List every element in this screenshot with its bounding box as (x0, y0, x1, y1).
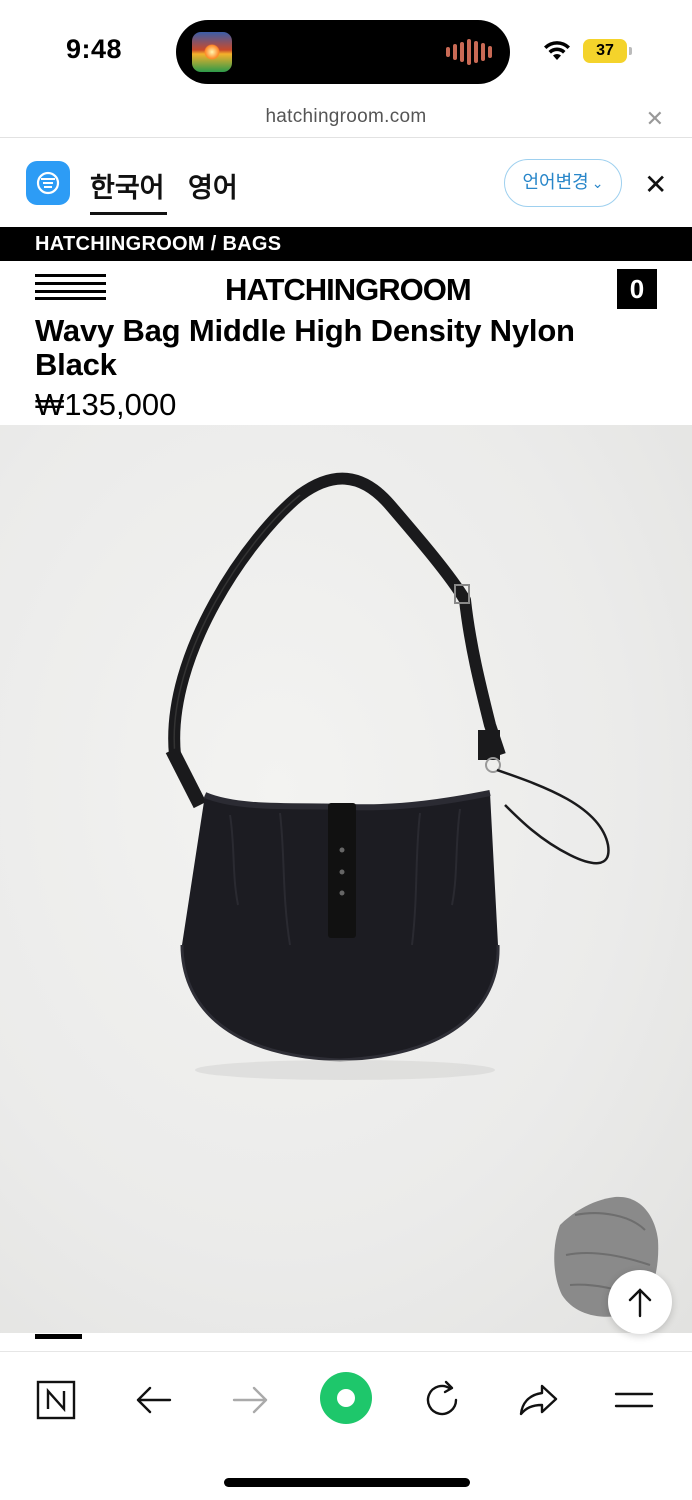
change-language-button[interactable]: 언어변경 ⌄ (504, 159, 622, 207)
product-price: ₩135,000 (35, 387, 177, 422)
translate-bar: 한국어 영어 언어변경 ⌄ ✕ (0, 138, 692, 227)
browser-toolbar (0, 1351, 692, 1500)
url-text[interactable]: hatchingroom.com (0, 106, 692, 128)
refresh-icon[interactable] (416, 1374, 468, 1426)
change-language-label: 언어변경 (522, 172, 589, 192)
tab-english[interactable]: 영어 (188, 166, 238, 205)
bag-illustration (165, 472, 659, 1317)
battery-icon: 37 (583, 39, 632, 63)
close-translate-icon[interactable]: ✕ (644, 168, 667, 201)
music-app-icon[interactable] (192, 32, 232, 72)
green-home-icon[interactable] (318, 1370, 374, 1426)
site-header: HATCHINGROOM 0 (0, 261, 692, 316)
dynamic-island[interactable] (176, 20, 510, 84)
chevron-down-icon: ⌄ (591, 175, 604, 191)
back-arrow-icon[interactable] (128, 1374, 180, 1426)
cart-button[interactable]: 0 (617, 269, 657, 309)
product-title: Wavy Bag Middle High Density Nylon Black (35, 313, 575, 382)
slide-indicator (35, 1334, 82, 1339)
site-logo[interactable]: HATCHINGROOM (225, 272, 472, 308)
forward-arrow-icon[interactable] (224, 1374, 276, 1426)
arrow-up-icon (628, 1288, 652, 1318)
audio-waveform-icon (446, 38, 492, 66)
tab-korean[interactable]: 한국어 (90, 166, 167, 215)
url-bar[interactable]: hatchingroom.com ✕ (0, 100, 692, 138)
breadcrumb[interactable]: HATCHINGROOM / BAGS (35, 233, 281, 256)
share-icon[interactable] (512, 1374, 564, 1426)
scroll-to-top-button[interactable] (608, 1270, 672, 1334)
status-bar: 9:48 37 (0, 0, 692, 100)
close-icon[interactable]: ✕ (646, 106, 664, 132)
breadcrumb-bar: HATCHINGROOM / BAGS (0, 227, 692, 261)
papago-translate-icon[interactable] (26, 161, 70, 205)
menu-icon[interactable] (608, 1374, 660, 1426)
naver-n-icon[interactable] (30, 1374, 82, 1426)
status-time: 9:48 (66, 34, 123, 64)
wifi-icon (544, 41, 570, 60)
product-image[interactable] (0, 425, 692, 1333)
menu-icon[interactable] (35, 274, 106, 300)
home-indicator (224, 1478, 470, 1487)
